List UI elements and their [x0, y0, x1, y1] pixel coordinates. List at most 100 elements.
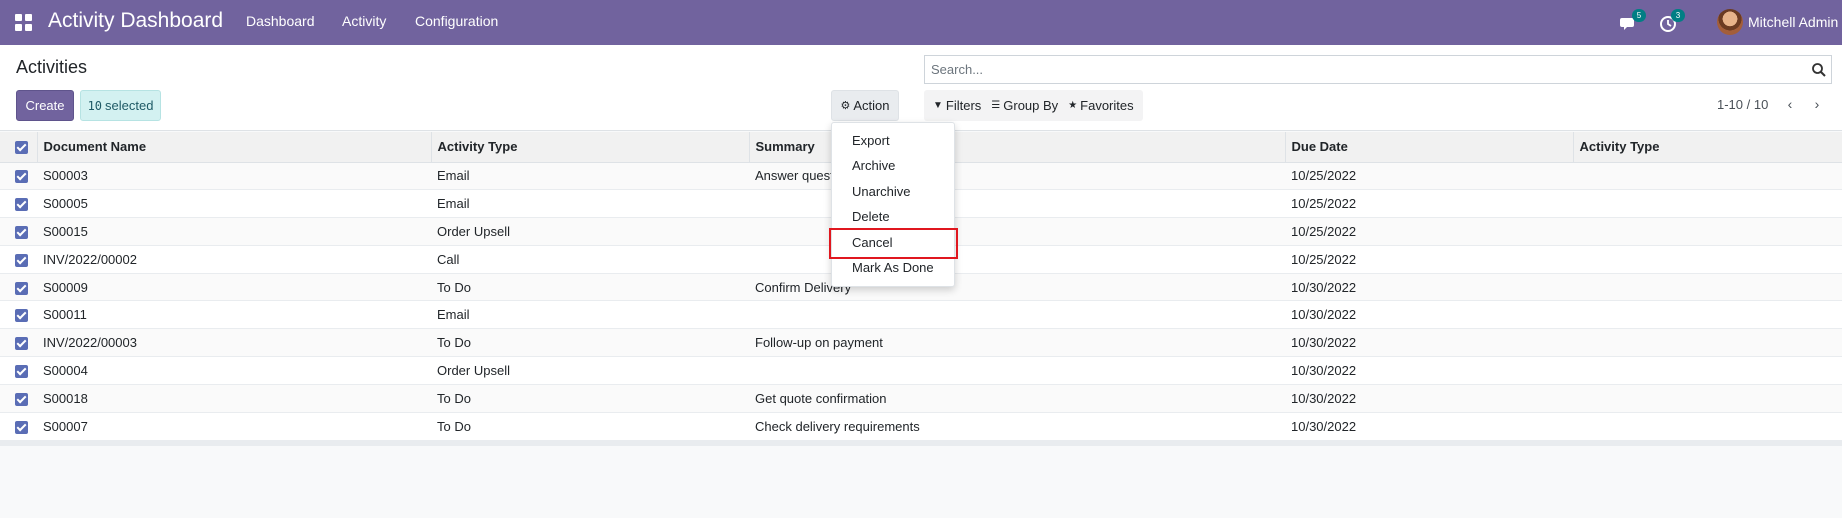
highlight-annotation	[829, 228, 958, 259]
cell-activity-type: To Do	[431, 328, 749, 357]
cell-activity-type: Email	[431, 300, 749, 329]
chevron-right-icon[interactable]: ›	[1810, 95, 1824, 113]
cell-document-name: S00009	[37, 272, 431, 301]
checkbox-icon	[15, 141, 28, 155]
cell-summary: Confirm Delivery	[749, 272, 1285, 301]
favorites-button[interactable]: ★ Favorites	[1068, 98, 1133, 113]
app-brand[interactable]: Activity Dashboard	[48, 9, 223, 33]
chevron-left-icon[interactable]: ‹	[1783, 95, 1797, 113]
action-dropdown-menu: Export Archive Unarchive Delete Cancel M…	[831, 122, 955, 287]
cell-summary	[749, 300, 1285, 329]
cell-due-date: 10/25/2022	[1285, 217, 1573, 246]
cell-due-date: 10/25/2022	[1285, 244, 1573, 274]
row-checkbox[interactable]	[0, 217, 37, 246]
menu-item-archive[interactable]: Archive	[852, 158, 895, 173]
cell-summary: Follow-up on payment	[749, 328, 1285, 357]
messages-icon[interactable]: 5	[1620, 9, 1646, 34]
search-icon[interactable]	[1811, 62, 1827, 78]
search-bar	[924, 55, 1832, 84]
row-checkbox[interactable]	[0, 189, 37, 218]
menu-dashboard[interactable]: Dashboard	[246, 13, 315, 29]
row-checkbox[interactable]	[0, 244, 37, 274]
messages-badge: 5	[1632, 9, 1646, 22]
activities-badge: 3	[1671, 9, 1685, 22]
star-icon: ★	[1068, 100, 1078, 111]
row-checkbox[interactable]	[0, 300, 37, 329]
row-checkbox[interactable]	[0, 411, 37, 440]
cell-activity-type: Call	[431, 244, 749, 274]
search-input[interactable]	[925, 56, 1785, 83]
checkbox-icon	[15, 420, 28, 434]
favorites-label: Favorites	[1080, 98, 1134, 113]
search-options: ▼ Filters ☰ Group By ★ Favorites	[924, 90, 1143, 121]
cell-due-date: 10/30/2022	[1285, 356, 1573, 385]
menu-item-mark-as-done[interactable]: Mark As Done	[852, 260, 934, 275]
menu-item-unarchive[interactable]: Unarchive	[852, 184, 911, 199]
cell-due-date: 10/30/2022	[1285, 383, 1573, 413]
row-checkbox[interactable]	[0, 161, 37, 190]
user-avatar[interactable]	[1717, 9, 1743, 35]
menu-activity[interactable]: Activity	[342, 13, 386, 29]
row-checkbox[interactable]	[0, 356, 37, 385]
select-all-checkbox[interactable]	[0, 132, 38, 163]
column-document-name[interactable]: Document Name	[37, 132, 432, 163]
filter-icon: ▼	[933, 100, 943, 111]
cell-document-name: S00018	[37, 383, 431, 413]
row-checkbox[interactable]	[0, 328, 37, 357]
menu-item-delete[interactable]: Delete	[852, 209, 890, 224]
table-row[interactable]: S00007 To Do Check delivery requirements…	[0, 411, 1842, 440]
cell-document-name: S00003	[37, 161, 431, 190]
selected-count: 10	[87, 98, 103, 113]
cell-activity-type: To Do	[431, 383, 749, 413]
column-activity-type-2[interactable]: Activity Type	[1573, 132, 1842, 163]
cell-activity-type-2	[1573, 244, 1842, 274]
cell-document-name: S00004	[37, 356, 431, 385]
cell-activity-type-2	[1573, 217, 1842, 246]
action-button[interactable]: ⚙ Action	[831, 90, 899, 121]
checkbox-icon	[15, 170, 28, 184]
cell-document-name: S00015	[37, 217, 431, 246]
apps-grid-icon[interactable]	[15, 14, 32, 31]
row-checkbox[interactable]	[0, 383, 37, 413]
table-row[interactable]: S00011 Email 10/30/2022	[0, 300, 1842, 329]
cell-activity-type: Email	[431, 189, 749, 218]
checkbox-icon	[15, 309, 28, 323]
cell-summary	[749, 356, 1285, 385]
menu-item-export[interactable]: Export	[852, 133, 890, 148]
cell-summary: Get quote confirmation	[749, 383, 1285, 413]
group-by-button[interactable]: ☰ Group By	[991, 98, 1058, 113]
page-title: Activities	[16, 57, 88, 77]
cell-document-name: S00007	[37, 411, 431, 440]
create-button[interactable]: Create	[16, 90, 74, 121]
user-name[interactable]: Mitchell Admin	[1748, 14, 1838, 30]
checkbox-icon	[15, 281, 28, 295]
cell-activity-type: Email	[431, 161, 749, 190]
table-row[interactable]: S00018 To Do Get quote confirmation 10/3…	[0, 383, 1842, 413]
row-checkbox[interactable]	[0, 272, 37, 301]
cell-activity-type-2	[1573, 356, 1842, 385]
selected-count-badge: 10 selected	[80, 90, 161, 121]
cell-activity-type: To Do	[431, 272, 749, 301]
column-summary[interactable]: Summary	[749, 132, 1286, 163]
table-row[interactable]: S00004 Order Upsell 10/30/2022	[0, 356, 1842, 385]
list-icon: ☰	[991, 100, 1001, 111]
cell-activity-type-2	[1573, 189, 1842, 218]
filters-label: Filters	[945, 98, 982, 113]
table-row[interactable]: INV/2022/00003 To Do Follow-up on paymen…	[0, 328, 1842, 357]
filters-button[interactable]: ▼ Filters	[933, 98, 981, 113]
cell-document-name: INV/2022/00002	[37, 244, 431, 274]
cell-activity-type-2	[1573, 300, 1842, 329]
cell-activity-type-2	[1573, 411, 1842, 440]
cell-activity-type-2	[1573, 161, 1842, 190]
cell-activity-type-2	[1573, 328, 1842, 357]
checkbox-icon	[15, 253, 28, 267]
checkbox-icon	[15, 337, 28, 351]
cell-due-date: 10/30/2022	[1285, 300, 1573, 329]
cell-summary: Answer quest	[749, 161, 1285, 190]
pager-value[interactable]: 1-10 / 10	[1717, 97, 1768, 112]
column-activity-type[interactable]: Activity Type	[431, 132, 750, 163]
column-due-date[interactable]: Due Date	[1285, 132, 1574, 163]
checkbox-icon	[15, 198, 28, 212]
menu-configuration[interactable]: Configuration	[415, 13, 498, 29]
activities-clock-icon[interactable]: 3	[1659, 9, 1685, 34]
